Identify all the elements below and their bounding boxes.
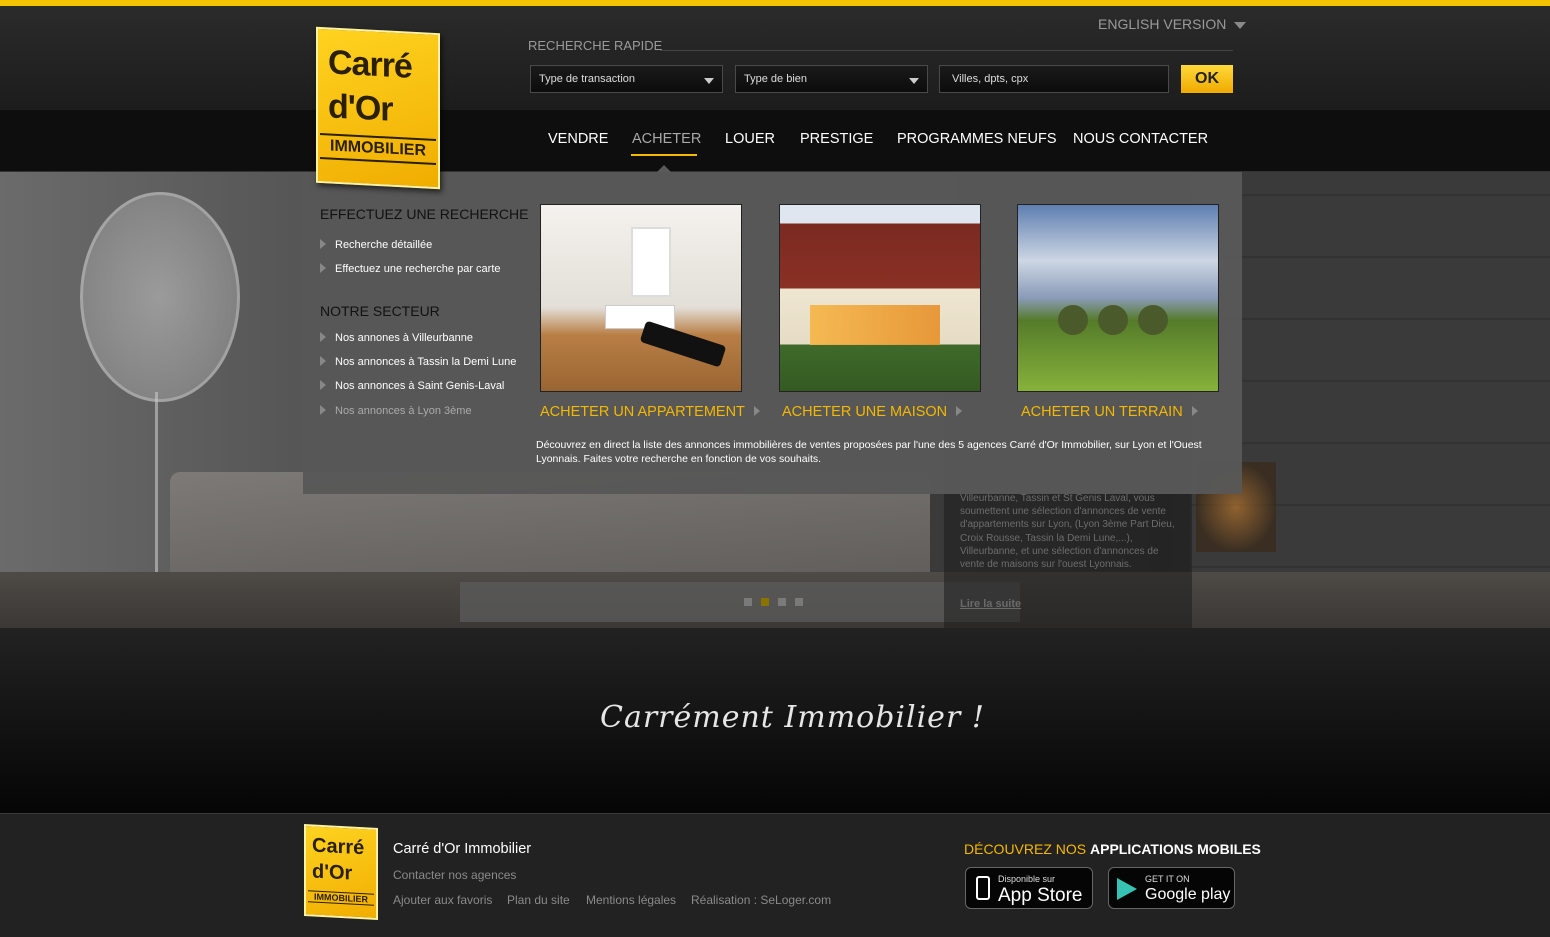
triangle-right-icon [1191, 406, 1198, 416]
divider [660, 50, 1233, 51]
hero-rug [460, 582, 1020, 622]
triangle-right-icon [320, 356, 326, 366]
white-sofa [605, 305, 675, 329]
slider-dot-4[interactable] [795, 598, 803, 606]
footer-company-name: Carré d'Or Immobilier [393, 841, 532, 857]
add-favorites-link[interactable]: Ajouter aux favoris [393, 893, 492, 907]
tree [1098, 305, 1128, 335]
sector-heading: NOTRE SECTEUR [320, 303, 440, 319]
logo[interactable]: Carré d'Or IMMOBILIER [316, 26, 440, 190]
chevron-down-icon [909, 78, 919, 84]
menu-notch [657, 165, 671, 172]
land-image[interactable] [1017, 204, 1219, 392]
header [0, 6, 1550, 110]
triangle-right-icon [320, 239, 326, 249]
nav-acheter[interactable]: ACHETER [632, 131, 701, 147]
apartment-image[interactable] [540, 204, 742, 392]
nav-programmes-neufs[interactable]: PROGRAMMES NEUFS [897, 131, 1057, 147]
sitemap-link[interactable]: Plan du site [507, 893, 570, 907]
nav-louer[interactable]: LOUER [725, 131, 775, 147]
app-store-button[interactable]: Disponible sur App Store [965, 867, 1093, 909]
search-heading: EFFECTUEZ UNE RECHERCHE [320, 206, 529, 222]
mobile-apps-heading: DÉCOUVREZ NOS APPLICATIONS MOBILES [964, 841, 1261, 857]
lit-windows [810, 305, 940, 345]
property-type-select[interactable]: Type de bien [735, 65, 928, 93]
ok-button[interactable]: OK [1181, 65, 1233, 93]
house-image[interactable] [779, 204, 981, 392]
hero-lamp [80, 192, 240, 402]
nav-nous-contacter[interactable]: NOUS CONTACTER [1073, 131, 1208, 147]
triangle-right-icon [320, 332, 326, 342]
legal-link[interactable]: Mentions légales [586, 893, 676, 907]
slider-dot-3[interactable] [778, 598, 786, 606]
english-version-link[interactable]: ENGLISH VERSION [1098, 16, 1247, 32]
tree [1058, 305, 1088, 335]
link-tassin[interactable]: Nos annonces à Tassin la Demi Lune [320, 356, 516, 368]
slider-dot-1[interactable] [744, 598, 752, 606]
contact-agencies-link[interactable]: Contacter nos agences [393, 868, 516, 882]
apple-icon [976, 876, 990, 900]
location-input[interactable]: Villes, dpts, cpx [939, 65, 1169, 93]
hero-wall [1190, 172, 1550, 628]
footer-logo[interactable]: Carré d'Or IMMOBILIER [304, 824, 378, 920]
nav-prestige[interactable]: PRESTIGE [800, 131, 873, 147]
link-detailed-search[interactable]: Recherche détaillée [320, 239, 432, 251]
triangle-right-icon [320, 405, 326, 415]
lounge-chair [639, 320, 727, 368]
buy-apartment-link[interactable]: ACHETER UN APPARTEMENT [540, 404, 760, 420]
tagline: Carrément Immobilier ! [600, 700, 985, 735]
window [631, 227, 671, 297]
link-saint-genis-laval[interactable]: Nos annonces à Saint Genis-Laval [320, 380, 504, 392]
buy-house-link[interactable]: ACHETER UNE MAISON [782, 404, 963, 420]
quick-search-label: RECHERCHE RAPIDE [528, 38, 663, 53]
footer [0, 813, 1550, 937]
buy-land-link[interactable]: ACHETER UN TERRAIN [1021, 404, 1198, 420]
slider-dot-2[interactable] [761, 598, 769, 606]
transaction-type-select[interactable]: Type de transaction [530, 65, 723, 93]
mega-menu-description: Découvrez en direct la liste des annonce… [536, 439, 1202, 465]
google-play-button[interactable]: GET IT ON Google play [1108, 867, 1235, 909]
triangle-right-icon [320, 263, 326, 273]
chevron-down-icon [1234, 21, 1247, 29]
link-lyon-3[interactable]: Nos annonces à Lyon 3ème [320, 405, 472, 417]
triangle-right-icon [956, 406, 963, 416]
tree [1138, 305, 1168, 335]
hero-text: Villeurbanne, Tassin et St Genis Laval, … [960, 493, 1175, 571]
link-map-search[interactable]: Effectuez une recherche par carte [320, 263, 501, 275]
link-villeurbanne[interactable]: Nos annones à Villeurbanne [320, 332, 473, 344]
credit-link[interactable]: Réalisation : SeLoger.com [691, 893, 831, 907]
triangle-right-icon [753, 406, 760, 416]
active-nav-indicator [631, 154, 697, 156]
read-more-link[interactable]: Lire la suite [960, 598, 1021, 610]
play-icon [1117, 878, 1137, 900]
triangle-right-icon [320, 380, 326, 390]
chevron-down-icon [704, 78, 714, 84]
nav-bar [0, 110, 1550, 172]
nav-vendre[interactable]: VENDRE [548, 131, 608, 147]
